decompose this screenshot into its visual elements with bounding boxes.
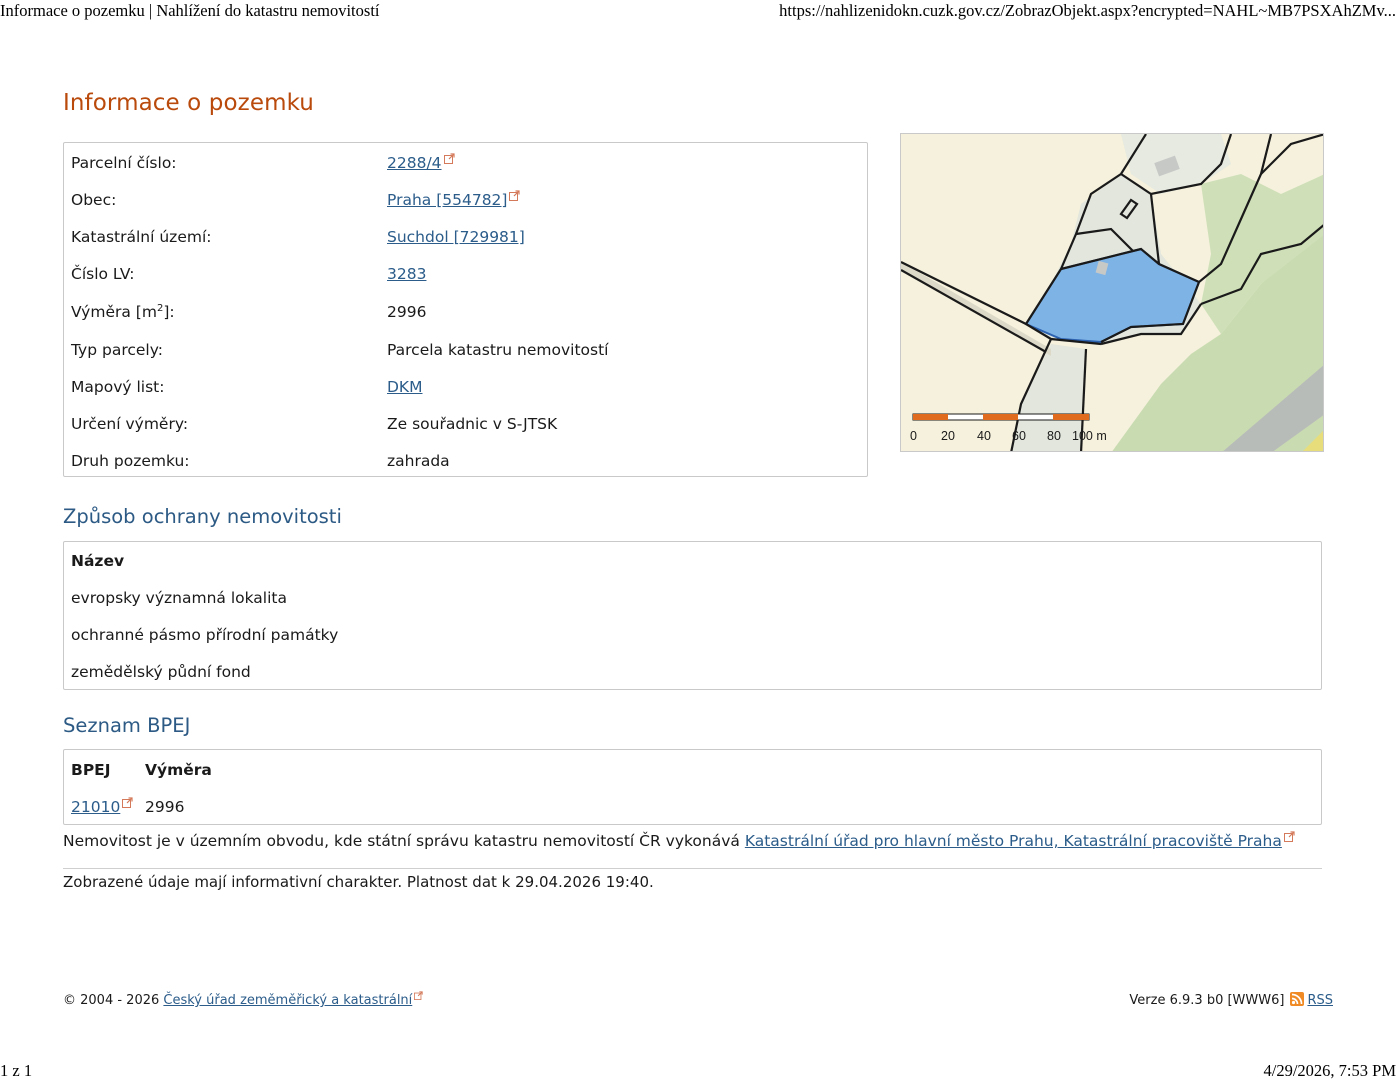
- cadastral-area-link[interactable]: Suchdol [729981]: [387, 228, 525, 246]
- office-notice: Nemovitost je v územním obvodu, kde stát…: [63, 829, 1295, 853]
- cadastral-map[interactable]: 0 20 40 60 80 100 m: [900, 133, 1324, 452]
- external-link-icon[interactable]: [443, 153, 455, 164]
- bpej-column-area: Výměra: [145, 761, 212, 779]
- cadastral-map-image: 0 20 40 60 80 100 m: [901, 134, 1323, 451]
- print-footer: 1 z 1 4/29/2026, 7:53 PM: [0, 1060, 1397, 1080]
- parcel-number-link[interactable]: 2288/4: [387, 154, 442, 172]
- map-sheet-value: DKM: [387, 369, 422, 406]
- land-type-value: zahrada: [387, 452, 450, 470]
- bpej-code-link[interactable]: 21010: [71, 798, 120, 816]
- cadastral-area-label: Katastrální území:: [71, 228, 212, 246]
- lv-number-label: Číslo LV:: [71, 265, 135, 283]
- scale-label-100m: 100 m: [1072, 429, 1107, 443]
- map-sheet-link[interactable]: DKM: [387, 378, 422, 396]
- bpej-code-cell: 21010: [71, 797, 133, 816]
- version-text: Verze 6.9.3 b0 [WWW6]: [1129, 993, 1285, 1008]
- scale-label-40: 40: [977, 429, 991, 443]
- cadastral-office-link[interactable]: Katastrální úřad pro hlavní město Prahu,…: [745, 832, 1282, 850]
- print-datetime: 4/29/2026, 7:53 PM: [1263, 1061, 1396, 1080]
- version-info: Verze 6.9.3 b0 [WWW6] RSS: [1129, 990, 1333, 1012]
- divider: [63, 868, 1322, 869]
- scale-label-80: 80: [1047, 429, 1061, 443]
- page-title: Informace o pozemku: [63, 90, 314, 116]
- external-link-icon[interactable]: [122, 797, 133, 808]
- print-page-url: https://nahlizenidokn.cuzk.gov.cz/Zobraz…: [779, 1, 1396, 20]
- print-page-title: Informace o pozemku | Nahlížení do katas…: [0, 1, 380, 20]
- parcel-type-label: Typ parcely:: [71, 341, 163, 359]
- parcel-info-table: Parcelní číslo: 2288/4 Obec: Praha [5547…: [63, 142, 868, 477]
- bpej-table: BPEJ Výměra 21010 2996: [63, 749, 1322, 825]
- copyright: © 2004 - 2026 Český úřad zeměměřický a k…: [63, 990, 423, 1012]
- cadastral-area-value: Suchdol [729981]: [387, 219, 525, 256]
- area-label: Výměra [m2]:: [71, 294, 371, 331]
- scale-label-0: 0: [910, 429, 917, 443]
- municipality-label: Obec:: [71, 191, 117, 209]
- parcel-type-value: Parcela katastru nemovitostí: [387, 341, 609, 359]
- area-value: 2996: [387, 303, 427, 321]
- bpej-heading: Seznam BPEJ: [63, 714, 191, 737]
- print-header: Informace o pozemku | Nahlížení do katas…: [0, 0, 1397, 24]
- area-label-text: Výměra [m: [71, 303, 157, 321]
- protection-item: ochranné pásmo přírodní památky: [71, 626, 339, 644]
- office-notice-text: Nemovitost je v územním obvodu, kde stát…: [63, 832, 745, 850]
- rss-icon[interactable]: [1290, 992, 1305, 1006]
- copyright-text: © 2004 - 2026: [63, 993, 164, 1008]
- protection-column-header: Název: [71, 552, 125, 570]
- protection-heading: Způsob ochrany nemovitosti: [63, 505, 342, 528]
- external-link-icon[interactable]: [1283, 831, 1295, 842]
- cuzk-link[interactable]: Český úřad zeměměřický a katastrální: [163, 993, 412, 1008]
- map-scale-bar: [912, 413, 1090, 421]
- lv-number-value: 3283: [387, 256, 426, 293]
- land-type-label: Druh pozemku:: [71, 452, 190, 470]
- bpej-column-code: BPEJ: [71, 761, 111, 779]
- external-link-icon[interactable]: [414, 991, 423, 1000]
- map-sheet-label: Mapový list:: [71, 378, 165, 396]
- print-page-number: 1 z 1: [0, 1061, 33, 1080]
- lv-number-link[interactable]: 3283: [387, 265, 426, 283]
- external-link-icon[interactable]: [509, 190, 521, 201]
- protection-table: Název evropsky významná lokalita ochrann…: [63, 541, 1322, 690]
- site-footer: © 2004 - 2026 Český úřad zeměměřický a k…: [63, 990, 1333, 1012]
- rss-link[interactable]: RSS: [1307, 993, 1333, 1008]
- scale-label-20: 20: [941, 429, 955, 443]
- protection-item: evropsky významná lokalita: [71, 589, 287, 607]
- protection-item: zemědělský půdní fond: [71, 663, 251, 681]
- area-label-end: ]:: [163, 303, 175, 321]
- bpej-area-cell: 2996: [145, 798, 185, 816]
- parcel-number-label: Parcelní číslo:: [71, 154, 177, 172]
- parcel-number-value: 2288/4: [387, 145, 455, 182]
- scale-label-60: 60: [1012, 429, 1026, 443]
- bpej-header-row: BPEJ Výměra: [71, 752, 212, 789]
- table-row: 21010 2996: [71, 789, 184, 826]
- data-validity-note: Zobrazené údaje mají informativní charak…: [63, 873, 654, 891]
- area-determination-value: Ze souřadnic v S-JTSK: [387, 415, 558, 433]
- area-determination-label: Určení výměry:: [71, 415, 189, 433]
- municipality-link[interactable]: Praha [554782]: [387, 191, 507, 209]
- municipality-value: Praha [554782]: [387, 182, 521, 219]
